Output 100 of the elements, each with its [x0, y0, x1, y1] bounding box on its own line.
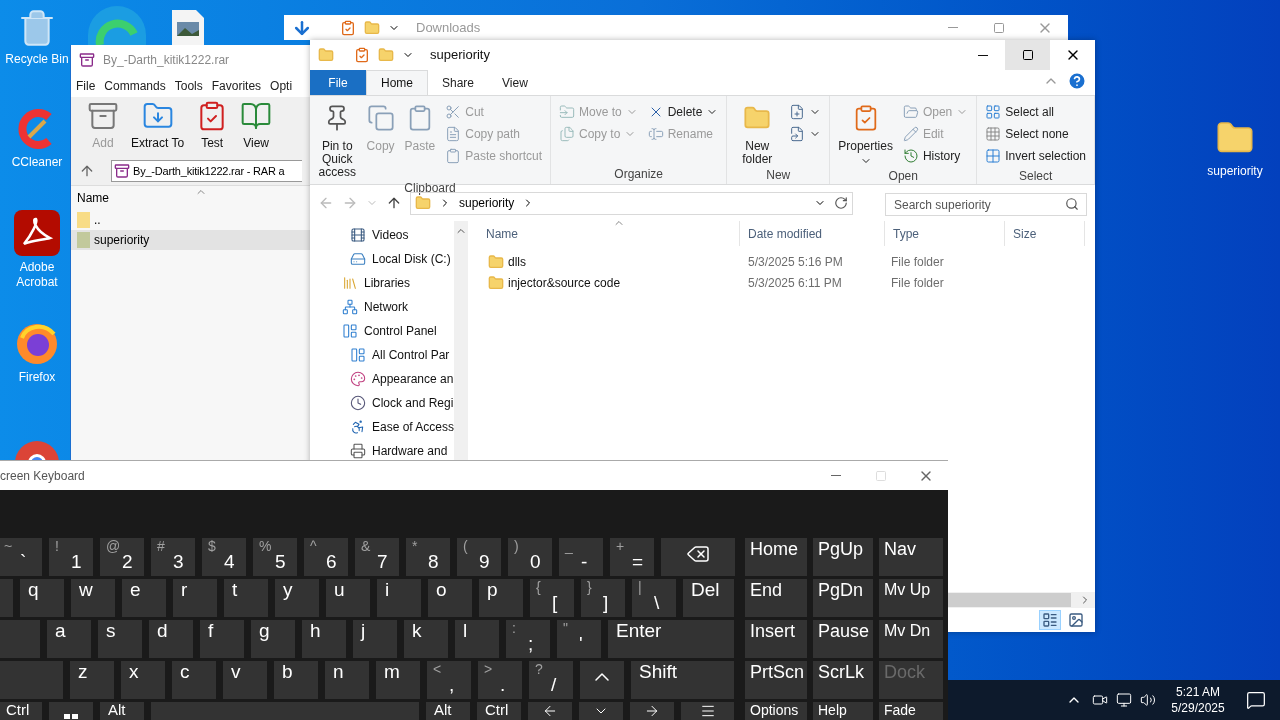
keyboard-key[interactable]: Mv Up [879, 579, 943, 617]
nav-item[interactable]: All Control Par [310, 343, 455, 367]
keyboard-key[interactable]: y [275, 579, 319, 617]
keyboard-key[interactable]: $ 4 [202, 538, 246, 576]
keyboard-key[interactable]: e [122, 579, 166, 617]
menu-item[interactable]: Opti [270, 77, 293, 95]
nav-item[interactable]: Network [310, 295, 455, 319]
keyboard-key[interactable]: p [479, 579, 523, 617]
file-row[interactable]: .. [71, 210, 310, 230]
keyboard-key[interactable]: " ' [557, 620, 601, 658]
ribbon-button[interactable]: Select all [981, 101, 1090, 123]
desktop-icon-label[interactable]: superiority [1207, 162, 1263, 180]
keyboard-key[interactable]: ) 0 [508, 538, 552, 576]
keyboard-key[interactable]: ^ 6 [304, 538, 348, 576]
keyboard-key[interactable]: : ; [506, 620, 550, 658]
keyboard-key[interactable]: Mv Dn [879, 620, 943, 658]
keyboard-key[interactable]: ~ ` [0, 538, 42, 576]
keyboard-key[interactable]: } ] [581, 579, 625, 617]
keyboard-key[interactable]: < , [427, 661, 471, 699]
ribbon-button[interactable]: History [898, 145, 973, 167]
keyboard-key[interactable]: Ctrl [477, 702, 521, 720]
search-field[interactable]: Search superiority [885, 193, 1087, 216]
keyboard-key[interactable]: @ 2 [100, 538, 144, 576]
keyboard-key[interactable]: & 7 [355, 538, 399, 576]
nav-item[interactable]: Local Disk (C:) [310, 247, 455, 271]
file-row[interactable]: superiority [71, 230, 310, 250]
ribbon-button[interactable]: New folder [731, 100, 784, 166]
keyboard-key[interactable]: l [455, 620, 499, 658]
keyboard-key[interactable]: d [149, 620, 193, 658]
keyboard-key[interactable]: m [376, 661, 420, 699]
keyboard-key[interactable]: { [ [530, 579, 574, 617]
desktop-icon-label[interactable]: CCleaner [2, 155, 72, 170]
column-header[interactable]: Date modified [740, 221, 885, 246]
keyboard-key[interactable]: j [353, 620, 397, 658]
nav-item[interactable]: Clock and Regi [310, 391, 455, 415]
keyboard-key[interactable]: + = [610, 538, 654, 576]
ribbon-button[interactable]: Select none [981, 123, 1090, 145]
keyboard-key[interactable]: u [326, 579, 370, 617]
keyboard-key[interactable]: v [223, 661, 267, 699]
keyboard-key[interactable]: _ - [559, 538, 603, 576]
keyboard-key[interactable]: q [20, 579, 64, 617]
menu-item[interactable]: Commands [104, 77, 166, 95]
column-header[interactable]: Name [77, 189, 109, 207]
toolbar-button[interactable]: Extract To [131, 100, 185, 152]
nav-item[interactable]: Control Panel [310, 319, 455, 343]
ribbon-button[interactable]: Invert selection [981, 145, 1090, 167]
maximize-button[interactable] [1005, 40, 1050, 70]
toolbar-button[interactable]: View [240, 100, 273, 152]
keyboard-key[interactable]: t [224, 579, 268, 617]
keyboard-key[interactable]: % 5 [253, 538, 297, 576]
keyboard-key[interactable]: o [428, 579, 472, 617]
keyboard-key[interactable]: | \ [632, 579, 676, 617]
keyboard-key[interactable]: Home [745, 538, 807, 576]
desktop-icon-label[interactable]: Firefox [2, 370, 72, 385]
keyboard-key[interactable]: Nav [879, 538, 943, 576]
keyboard-key[interactable]: ? / [529, 661, 573, 699]
keyboard-key[interactable]: Alt [426, 702, 470, 720]
keyboard-key[interactable]: PgDn [813, 579, 873, 617]
keyboard-key[interactable]: b [274, 661, 318, 699]
ribbon-tab[interactable]: View [488, 70, 542, 95]
ribbon-tab[interactable]: File [310, 70, 366, 95]
details-view-button[interactable] [1039, 610, 1061, 630]
keyboard-key[interactable]: Shift [631, 661, 734, 699]
ribbon-button[interactable]: Delete [643, 101, 723, 123]
keyboard-key[interactable]: c [172, 661, 216, 699]
keyboard-key[interactable]: Alt [100, 702, 144, 720]
keyboard-key[interactable]: Del [683, 579, 734, 617]
menu-item[interactable]: Tools [174, 77, 203, 95]
column-header[interactable]: Name [478, 221, 740, 246]
keyboard-key[interactable]: PgUp [813, 538, 873, 576]
column-header[interactable]: Type [885, 221, 1005, 246]
keyboard-key[interactable]: Ctrl [0, 702, 42, 720]
keyboard-key[interactable]: Enter [608, 620, 734, 658]
keyboard-key[interactable]: > . [478, 661, 522, 699]
menu-item[interactable]: Favorites [211, 77, 262, 95]
keyboard-key[interactable]: ! 1 [49, 538, 93, 576]
ribbon-tab[interactable]: Share [428, 70, 489, 95]
keyboard-key[interactable]: n [325, 661, 369, 699]
keyboard-key[interactable]: Fade [879, 702, 943, 720]
nav-item[interactable]: Ease of Access [310, 415, 455, 439]
keyboard-key[interactable]: Insert [745, 620, 807, 658]
keyboard-key[interactable]: End [745, 579, 807, 617]
keyboard-key[interactable]: ( 9 [457, 538, 501, 576]
nav-item[interactable]: Hardware and [310, 439, 455, 463]
file-row[interactable]: injector&source code 5/3/2025 6:11 PM File folder [478, 272, 1095, 293]
file-row[interactable]: dlls 5/3/2025 5:16 PM File folder [478, 251, 1095, 272]
keyboard-key[interactable]: w [71, 579, 115, 617]
toolbar-button[interactable]: Test [196, 100, 229, 152]
keyboard-key[interactable]: x [121, 661, 165, 699]
keyboard-key[interactable] [661, 538, 735, 576]
nav-item[interactable]: Libraries [310, 271, 455, 295]
nav-item[interactable]: Appearance an [310, 367, 455, 391]
keyboard-key[interactable]: z [70, 661, 114, 699]
menu-item[interactable]: File [76, 77, 96, 95]
keyboard-key[interactable]: r [173, 579, 217, 617]
keyboard-key[interactable]: g [251, 620, 295, 658]
keyboard-key[interactable]: a [47, 620, 91, 658]
keyboard-key[interactable]: k [404, 620, 448, 658]
ribbon-button[interactable]: Pin to Quick access [314, 100, 361, 179]
desktop-icon-label[interactable]: Adobe Acrobat [2, 260, 72, 290]
